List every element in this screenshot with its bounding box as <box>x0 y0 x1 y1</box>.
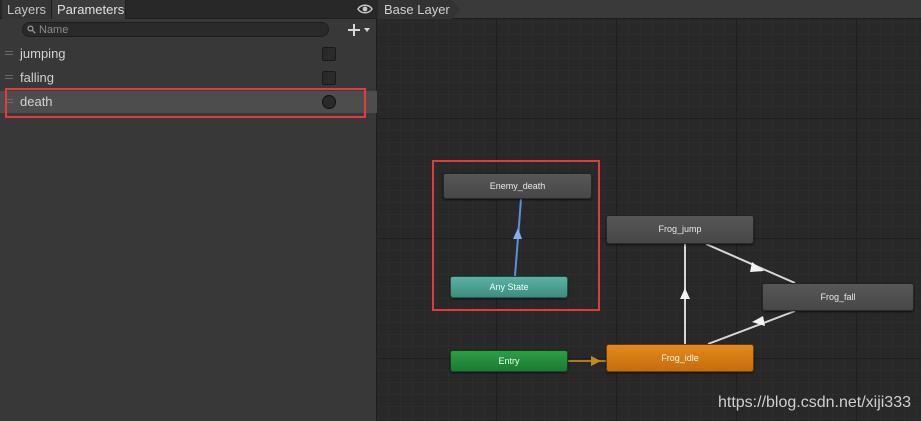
watermark: https://blog.csdn.net/xiji333 <box>717 394 911 411</box>
transition-fall-to-idle <box>707 310 796 345</box>
animator-graph[interactable]: Base Layer Enemy_death Any State Entry F… <box>378 0 921 421</box>
state-frog-idle[interactable]: Frog_idle <box>606 344 754 372</box>
breadcrumb: Base Layer <box>378 0 921 19</box>
drag-handle-icon[interactable] <box>5 75 13 80</box>
transition-jump-to-fall <box>705 243 796 284</box>
arrow-icon <box>750 262 764 272</box>
plus-dropdown-icon[interactable] <box>347 22 375 38</box>
state-frog-jump[interactable]: Frog_jump <box>606 215 754 244</box>
highlight-box <box>432 160 600 311</box>
panel-tabs: Layers Parameters <box>0 0 377 19</box>
tab-parameters[interactable]: Parameters <box>52 0 126 19</box>
parameter-name: falling <box>20 70 54 85</box>
parameter-name: jumping <box>20 46 66 61</box>
arrow-icon <box>680 288 690 299</box>
breadcrumb-item-base-layer[interactable]: Base Layer <box>378 0 460 19</box>
breadcrumb-label: Base Layer <box>384 2 450 17</box>
bool-checkbox[interactable] <box>322 47 336 61</box>
drag-handle-icon[interactable] <box>5 51 13 56</box>
state-frog-fall[interactable]: Frog_fall <box>762 283 914 311</box>
search-row <box>0 19 377 41</box>
bool-checkbox[interactable] <box>322 71 336 85</box>
highlight-box <box>5 88 366 118</box>
arrow-icon <box>591 356 601 366</box>
parameters-panel: Layers Parameters jumping falling <box>0 0 377 421</box>
parameter-falling[interactable]: falling <box>0 67 377 89</box>
tab-layers[interactable]: Layers <box>2 0 52 19</box>
parameter-jumping[interactable]: jumping <box>0 43 377 65</box>
eye-icon[interactable] <box>357 2 373 16</box>
search-icon <box>27 25 36 34</box>
search-field[interactable] <box>22 22 329 37</box>
state-entry[interactable]: Entry <box>450 350 568 372</box>
search-input[interactable] <box>39 23 319 36</box>
